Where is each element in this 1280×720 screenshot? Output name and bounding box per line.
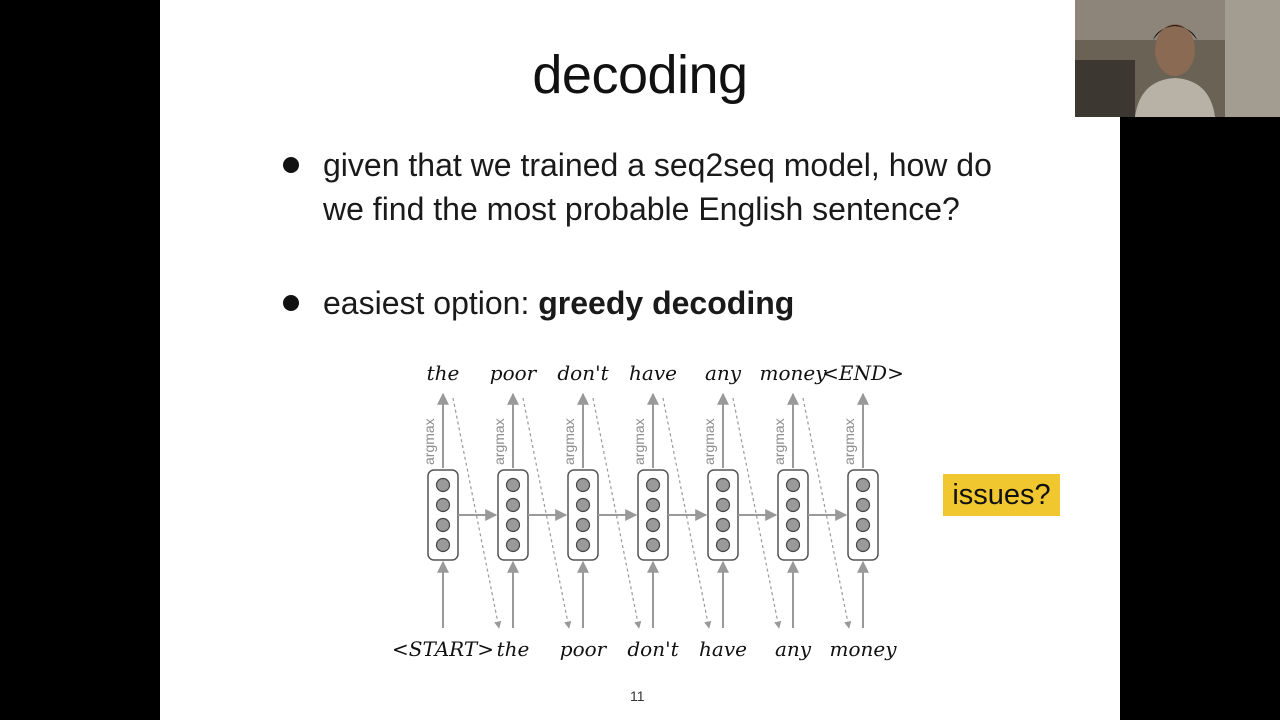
hidden-unit [785, 477, 801, 493]
hidden-unit [785, 537, 801, 553]
argmax-label: argmax [841, 418, 857, 465]
slide: decoding given that we trained a seq2seq… [160, 0, 1120, 720]
output-word: don't [557, 361, 609, 385]
hidden-unit [645, 497, 661, 513]
webcam-feed [1075, 0, 1280, 117]
hidden-unit [435, 497, 451, 513]
output-word: money [759, 361, 827, 385]
hidden-unit [855, 497, 871, 513]
output-word: <END> [822, 361, 904, 385]
input-word: money [829, 637, 897, 661]
input-word: don't [627, 637, 679, 661]
input-word: <START> [392, 637, 494, 661]
argmax-label: argmax [701, 418, 717, 465]
hidden-unit [505, 517, 521, 533]
hidden-unit [855, 477, 871, 493]
hidden-unit [575, 477, 591, 493]
output-word: any [705, 361, 742, 385]
input-word: poor [560, 637, 608, 661]
hidden-unit [575, 537, 591, 553]
hidden-unit [645, 537, 661, 553]
issues-callout: issues? [943, 474, 1060, 516]
hidden-unit [855, 517, 871, 533]
hidden-unit [715, 497, 731, 513]
page-number: 11 [630, 688, 645, 704]
hidden-unit [785, 517, 801, 533]
hidden-unit [645, 517, 661, 533]
hidden-unit [785, 497, 801, 513]
hidden-unit [575, 517, 591, 533]
hidden-unit [505, 477, 521, 493]
hidden-unit [435, 517, 451, 533]
hidden-unit [715, 537, 731, 553]
hidden-unit [435, 477, 451, 493]
hidden-unit [855, 537, 871, 553]
argmax-label: argmax [631, 418, 647, 465]
output-word: have [629, 361, 677, 385]
output-word: poor [490, 361, 538, 385]
input-word: any [775, 637, 812, 661]
hidden-unit [505, 537, 521, 553]
input-word: the [497, 637, 530, 661]
argmax-label: argmax [771, 418, 787, 465]
hidden-unit [505, 497, 521, 513]
hidden-unit [435, 537, 451, 553]
hidden-unit [645, 477, 661, 493]
argmax-label: argmax [561, 418, 577, 465]
argmax-label: argmax [491, 418, 507, 465]
greedy-decoding-diagram: argmaxthe<START>argmaxpoortheargmaxdon't… [392, 361, 904, 661]
argmax-label: argmax [421, 418, 437, 465]
hidden-unit [715, 517, 731, 533]
output-word: the [427, 361, 460, 385]
hidden-unit [575, 497, 591, 513]
input-word: have [699, 637, 747, 661]
person-video-feed-icon [1075, 0, 1280, 117]
hidden-unit [715, 477, 731, 493]
